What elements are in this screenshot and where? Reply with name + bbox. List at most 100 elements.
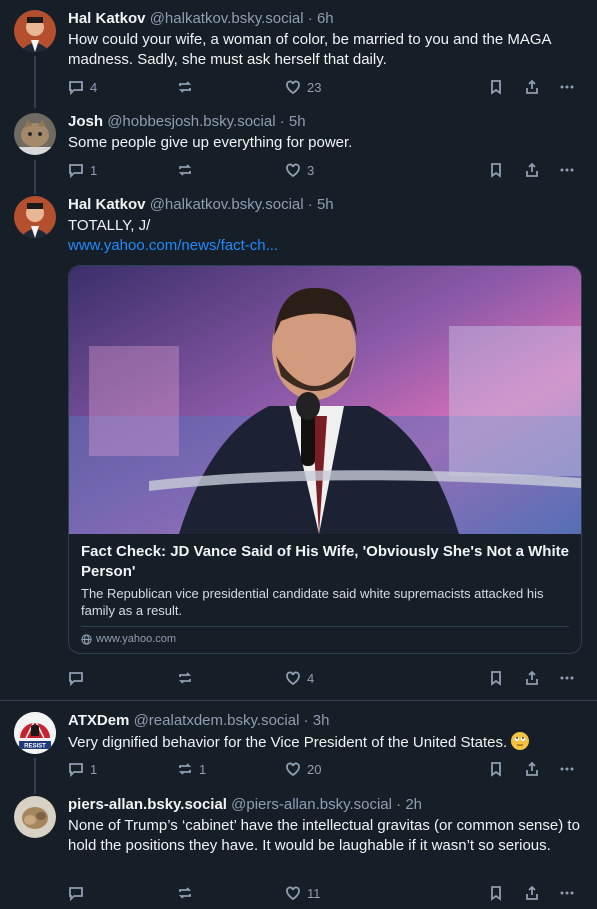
reply-button[interactable]: 1 — [68, 159, 97, 181]
avatar[interactable] — [14, 196, 56, 238]
bookmark-button[interactable] — [488, 159, 504, 181]
timestamp[interactable]: 3h — [313, 712, 330, 729]
repost-icon — [178, 164, 192, 176]
thread-feed: Hal Katkov @halkatkov.bsky.social · 6h H… — [0, 0, 597, 909]
like-button[interactable]: 11 — [285, 882, 321, 904]
heart-icon — [286, 163, 300, 178]
more-button[interactable] — [559, 159, 575, 181]
reply-count: 1 — [90, 761, 98, 777]
like-button[interactable]: 20 — [285, 758, 321, 780]
action-bar: 4 — [68, 667, 583, 689]
repost-icon — [178, 763, 192, 775]
share-button[interactable] — [524, 159, 540, 181]
repost-button[interactable] — [177, 76, 199, 98]
share-button[interactable] — [524, 882, 540, 904]
separator: · — [279, 113, 285, 130]
bookmark-button[interactable] — [488, 667, 504, 689]
repost-button[interactable] — [177, 882, 199, 904]
repost-icon — [178, 81, 192, 93]
like-count: 3 — [307, 162, 315, 178]
reply-icon — [69, 763, 83, 777]
post[interactable]: RESIST ATXDem @realatxdem.bsky.social · … — [0, 701, 597, 794]
bookmark-button[interactable] — [488, 882, 504, 904]
more-icon — [560, 168, 574, 172]
post-text: Very dignified behavior for the Vice Pre… — [68, 734, 508, 751]
reply-icon — [69, 81, 83, 95]
share-icon — [526, 162, 538, 177]
rolling-eyes-emoji-icon — [511, 732, 530, 750]
reply-count: 4 — [90, 79, 98, 95]
timestamp[interactable]: 5h — [317, 196, 334, 213]
reply-button[interactable]: 4 — [68, 76, 97, 98]
author-name[interactable]: Hal Katkov — [68, 10, 146, 27]
author-handle[interactable]: @realatxdem.bsky.social — [134, 712, 300, 729]
reply-icon — [69, 887, 83, 901]
reply-button[interactable]: 1 — [68, 758, 97, 780]
post[interactable]: Hal Katkov @halkatkov.bsky.social · 5h T… — [0, 185, 597, 699]
share-icon — [526, 761, 538, 776]
card-image — [69, 266, 581, 534]
thread-line — [34, 56, 36, 108]
card-title: Fact Check: JD Vance Said of His Wife, '… — [81, 543, 569, 580]
share-icon — [526, 885, 538, 900]
post[interactable]: Hal Katkov @halkatkov.bsky.social · 6h H… — [0, 0, 597, 108]
more-button[interactable] — [559, 76, 575, 98]
avatar[interactable] — [14, 113, 56, 155]
post-text: None of Trump’s ‘cabinet’ have the intel… — [68, 817, 580, 854]
post[interactable]: piers-allan.bsky.social @piers-allan.bsk… — [0, 785, 597, 909]
author-name[interactable]: Josh — [68, 113, 103, 130]
author-handle[interactable]: @halkatkov.bsky.social — [150, 196, 304, 213]
resist-badge-text: RESIST — [24, 744, 46, 750]
bookmark-button[interactable] — [488, 758, 504, 780]
heart-icon — [286, 886, 300, 901]
share-button[interactable] — [524, 667, 540, 689]
author-handle[interactable]: @hobbesjosh.bsky.social — [107, 113, 275, 130]
like-button[interactable]: 23 — [285, 76, 321, 98]
like-button[interactable]: 3 — [285, 159, 314, 181]
reply-count: 1 — [90, 162, 98, 178]
post-link[interactable]: www.yahoo.com/news/fact-ch... — [68, 236, 583, 256]
share-icon — [526, 79, 538, 94]
link-preview-card[interactable]: Fact Check: JD Vance Said of His Wife, '… — [68, 265, 582, 654]
post-header: Hal Katkov @halkatkov.bsky.social · 5h — [68, 195, 583, 215]
more-icon — [560, 891, 574, 895]
avatar[interactable] — [14, 10, 56, 52]
repost-count: 1 — [199, 761, 207, 777]
reply-button[interactable] — [68, 882, 90, 904]
share-button[interactable] — [524, 758, 540, 780]
more-button[interactable] — [559, 758, 575, 780]
card-source: www.yahoo.com — [81, 626, 569, 645]
globe-icon — [81, 633, 92, 645]
repost-button[interactable] — [177, 159, 199, 181]
author-name[interactable]: Hal Katkov — [68, 196, 146, 213]
reply-button[interactable] — [68, 667, 90, 689]
bookmark-icon — [491, 163, 501, 178]
more-button[interactable] — [559, 882, 575, 904]
heart-icon — [286, 80, 300, 95]
timestamp[interactable]: 2h — [405, 796, 422, 813]
post-text-row: Very dignified behavior for the Vice Pre… — [68, 732, 583, 753]
bookmark-icon — [491, 762, 501, 777]
share-button[interactable] — [524, 76, 540, 98]
separator: · — [307, 10, 313, 27]
card-source-domain: www.yahoo.com — [96, 633, 177, 645]
heart-icon — [286, 762, 300, 777]
avatar[interactable] — [14, 796, 56, 838]
repost-button[interactable]: 1 — [177, 758, 206, 780]
timestamp[interactable]: 5h — [289, 113, 306, 130]
repost-button[interactable] — [177, 667, 199, 689]
bookmark-icon — [491, 80, 501, 95]
like-count: 23 — [307, 79, 322, 95]
author-name[interactable]: ATXDem — [68, 712, 129, 729]
share-icon — [526, 670, 538, 685]
timestamp[interactable]: 6h — [317, 10, 334, 27]
author-name[interactable]: piers-allan.bsky.social — [68, 796, 227, 813]
post[interactable]: Josh @hobbesjosh.bsky.social · 5h Some p… — [0, 102, 597, 194]
avatar[interactable]: RESIST — [14, 712, 56, 754]
separator: · — [307, 196, 313, 213]
author-handle[interactable]: @piers-allan.bsky.social — [231, 796, 392, 813]
author-handle[interactable]: @halkatkov.bsky.social — [150, 10, 304, 27]
like-button[interactable]: 4 — [285, 667, 314, 689]
bookmark-button[interactable] — [488, 76, 504, 98]
more-button[interactable] — [559, 667, 575, 689]
